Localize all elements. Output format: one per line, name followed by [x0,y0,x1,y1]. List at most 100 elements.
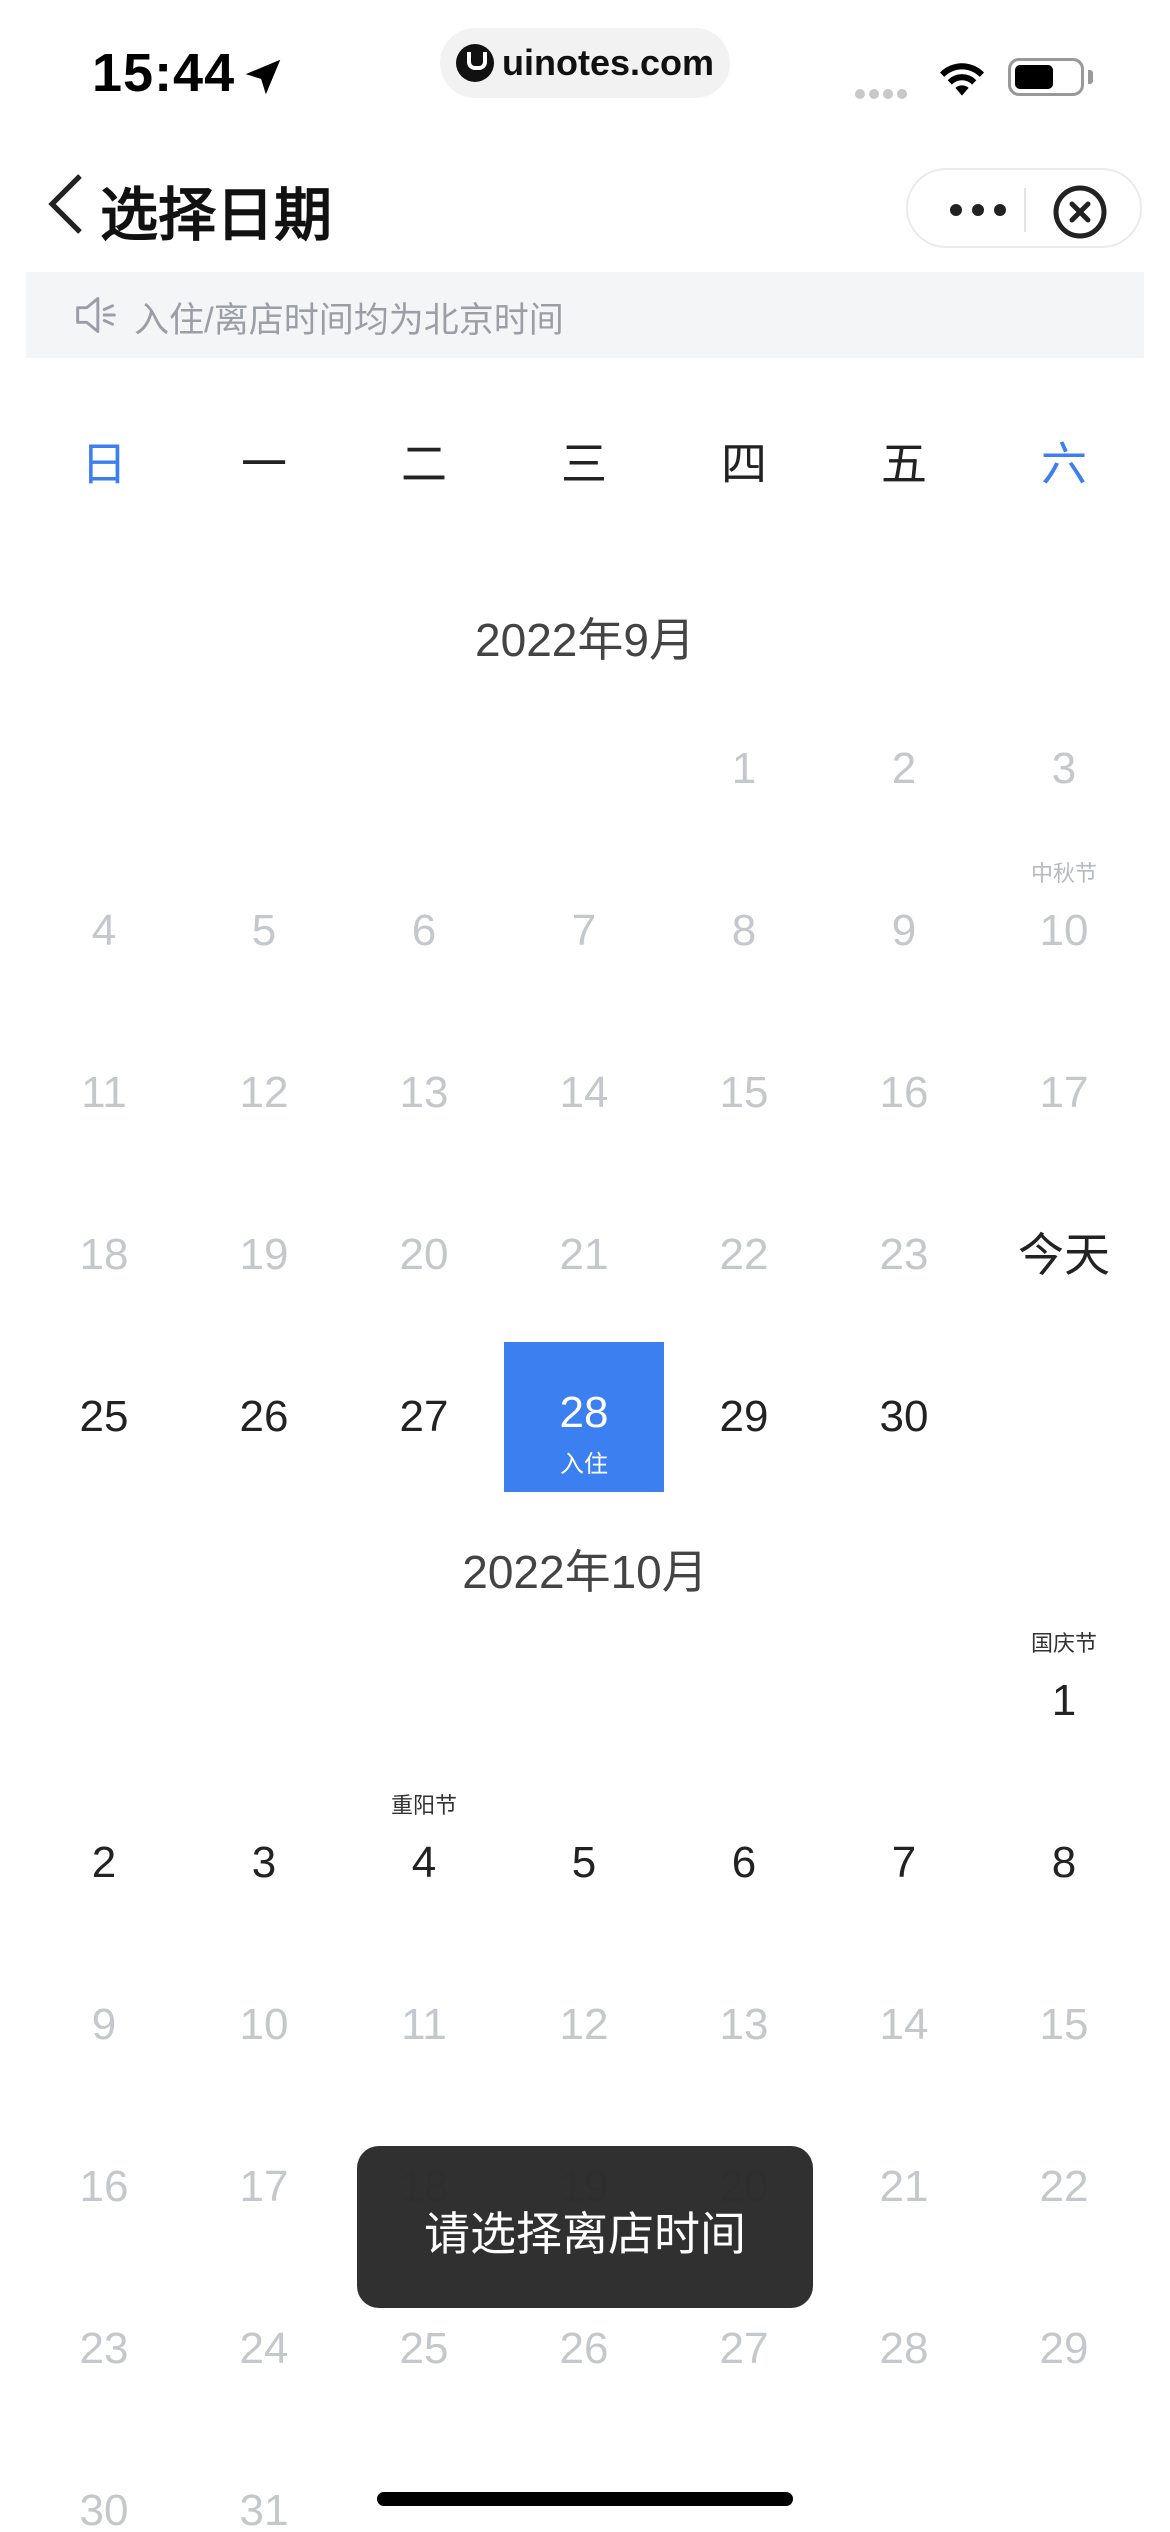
date-cell[interactable]: 5 [504,1788,664,1938]
date-cell[interactable]: 30 [824,1342,984,1492]
date-cell: 21 [504,1180,664,1330]
date-number: 30 [879,1392,929,1441]
date-cell: 22 [984,2112,1144,2262]
date-cell: 30 [24,2436,184,2532]
date-cell[interactable]: 6 [664,1788,824,1938]
date-cell[interactable]: 25 [24,1342,184,1492]
date-cell[interactable]: 重阳节 4 [344,1788,504,1938]
date-number: 22 [1039,2162,1089,2211]
date-number: 14 [559,1068,609,1117]
date-cell: 20 [344,1180,504,1330]
notice-text: 入住/离店时间均为北京时间 [134,301,564,340]
date-number: 8 [1051,1838,1077,1887]
date-cell: 11 [344,1950,504,2100]
timezone-notice: 入住/离店时间均为北京时间 [26,272,1144,358]
date-number: 3 [1051,744,1077,793]
date-cell: 23 [24,2274,184,2424]
battery-cap [1088,70,1093,84]
date-number: 18 [79,1230,129,1279]
date-cell: 22 [664,1180,824,1330]
back-chevron-icon[interactable] [46,172,86,236]
date-number: 31 [239,2486,289,2532]
date-cell: 29 [984,2274,1144,2424]
date-cell: 15 [664,1018,824,1168]
date-cell: 31 [184,2436,344,2532]
status-time: 15:44 [92,43,236,103]
date-number: 10 [1039,906,1089,955]
date-cell: 17 [984,1018,1144,1168]
date-number: 29 [719,1392,769,1441]
date-number: 26 [239,1392,289,1441]
date-number: 5 [571,1838,597,1887]
date-number: 1 [731,744,757,793]
date-cell: 3 [984,694,1144,844]
date-number: 24 [239,2324,289,2373]
date-cell-selected[interactable]: 28 入住 [504,1342,664,1492]
home-indicator [377,2492,793,2506]
date-number: 1 [1051,1676,1077,1725]
date-number: 2 [91,1838,117,1887]
status-bar: 15:44 uinotes.com [0,0,1170,140]
weekday-sun: 日 [81,438,127,490]
date-cell[interactable]: 29 [664,1342,824,1492]
date-cell: 8 [664,856,824,1006]
weekday-mon: 一 [241,438,287,490]
date-number: 14 [879,2000,929,2049]
wifi-icon [940,63,984,96]
date-number: 15 [1039,2000,1089,2049]
date-number: 23 [879,1230,929,1279]
close-circle-icon[interactable] [1052,184,1108,240]
date-cell: 12 [184,1018,344,1168]
date-number: 4 [411,1838,437,1887]
date-number: 23 [79,2324,129,2373]
mini-program-capsule [906,168,1142,248]
weekday-header: 日 一 二 三 四 五 六 [0,428,1170,508]
date-number: 27 [719,2324,769,2373]
date-cell: 10 [184,1950,344,2100]
date-cell[interactable]: 27 [344,1342,504,1492]
date-cell: 13 [664,1950,824,2100]
date-cell[interactable]: 7 [824,1788,984,1938]
date-number: 11 [401,2000,447,2049]
date-number: 30 [79,2486,129,2532]
date-cell: 中秋节 10 [984,856,1144,1006]
date-cell: 17 [184,2112,344,2262]
url-pill[interactable]: uinotes.com [440,28,730,98]
date-cell[interactable]: 8 [984,1788,1144,1938]
festival-label: 重阳节 [390,1793,457,1818]
date-number: 19 [239,1230,289,1279]
date-number: 5 [251,906,277,955]
date-cell: 9 [24,1950,184,2100]
date-cell-today[interactable]: 今天 [984,1180,1144,1330]
date-number: 4 [91,906,117,955]
weekday-wed: 三 [561,438,607,490]
battery-icon [1008,58,1084,96]
date-number: 26 [559,2324,609,2373]
date-cell: 23 [824,1180,984,1330]
date-cell: 7 [504,856,664,1006]
date-cell: 24 [184,2274,344,2424]
date-cell: 9 [824,856,984,1006]
month-title-september: 2022年9月 [475,614,695,666]
date-number: 6 [411,906,437,955]
date-cell: 12 [504,1950,664,2100]
date-number: 7 [891,1838,917,1887]
festival-label: 国庆节 [1030,1631,1097,1656]
date-number: 8 [731,906,757,955]
date-cell: 14 [824,1950,984,2100]
toast: 请选择离店时间 [357,2146,813,2308]
date-cell[interactable]: 26 [184,1342,344,1492]
date-cell: 2 [824,694,984,844]
more-icon[interactable] [938,190,1018,230]
date-cell: 13 [344,1018,504,1168]
date-cell[interactable]: 2 [24,1788,184,1938]
date-number: 12 [559,2000,609,2049]
date-number: 27 [399,1392,449,1441]
location-arrow-icon [245,59,281,95]
date-cell: 18 [24,1180,184,1330]
speaker-icon [76,297,116,333]
date-cell[interactable]: 3 [184,1788,344,1938]
date-cell: 1 [664,694,824,844]
date-cell[interactable]: 国庆节 1 [984,1626,1144,1776]
date-cell: 16 [24,2112,184,2262]
